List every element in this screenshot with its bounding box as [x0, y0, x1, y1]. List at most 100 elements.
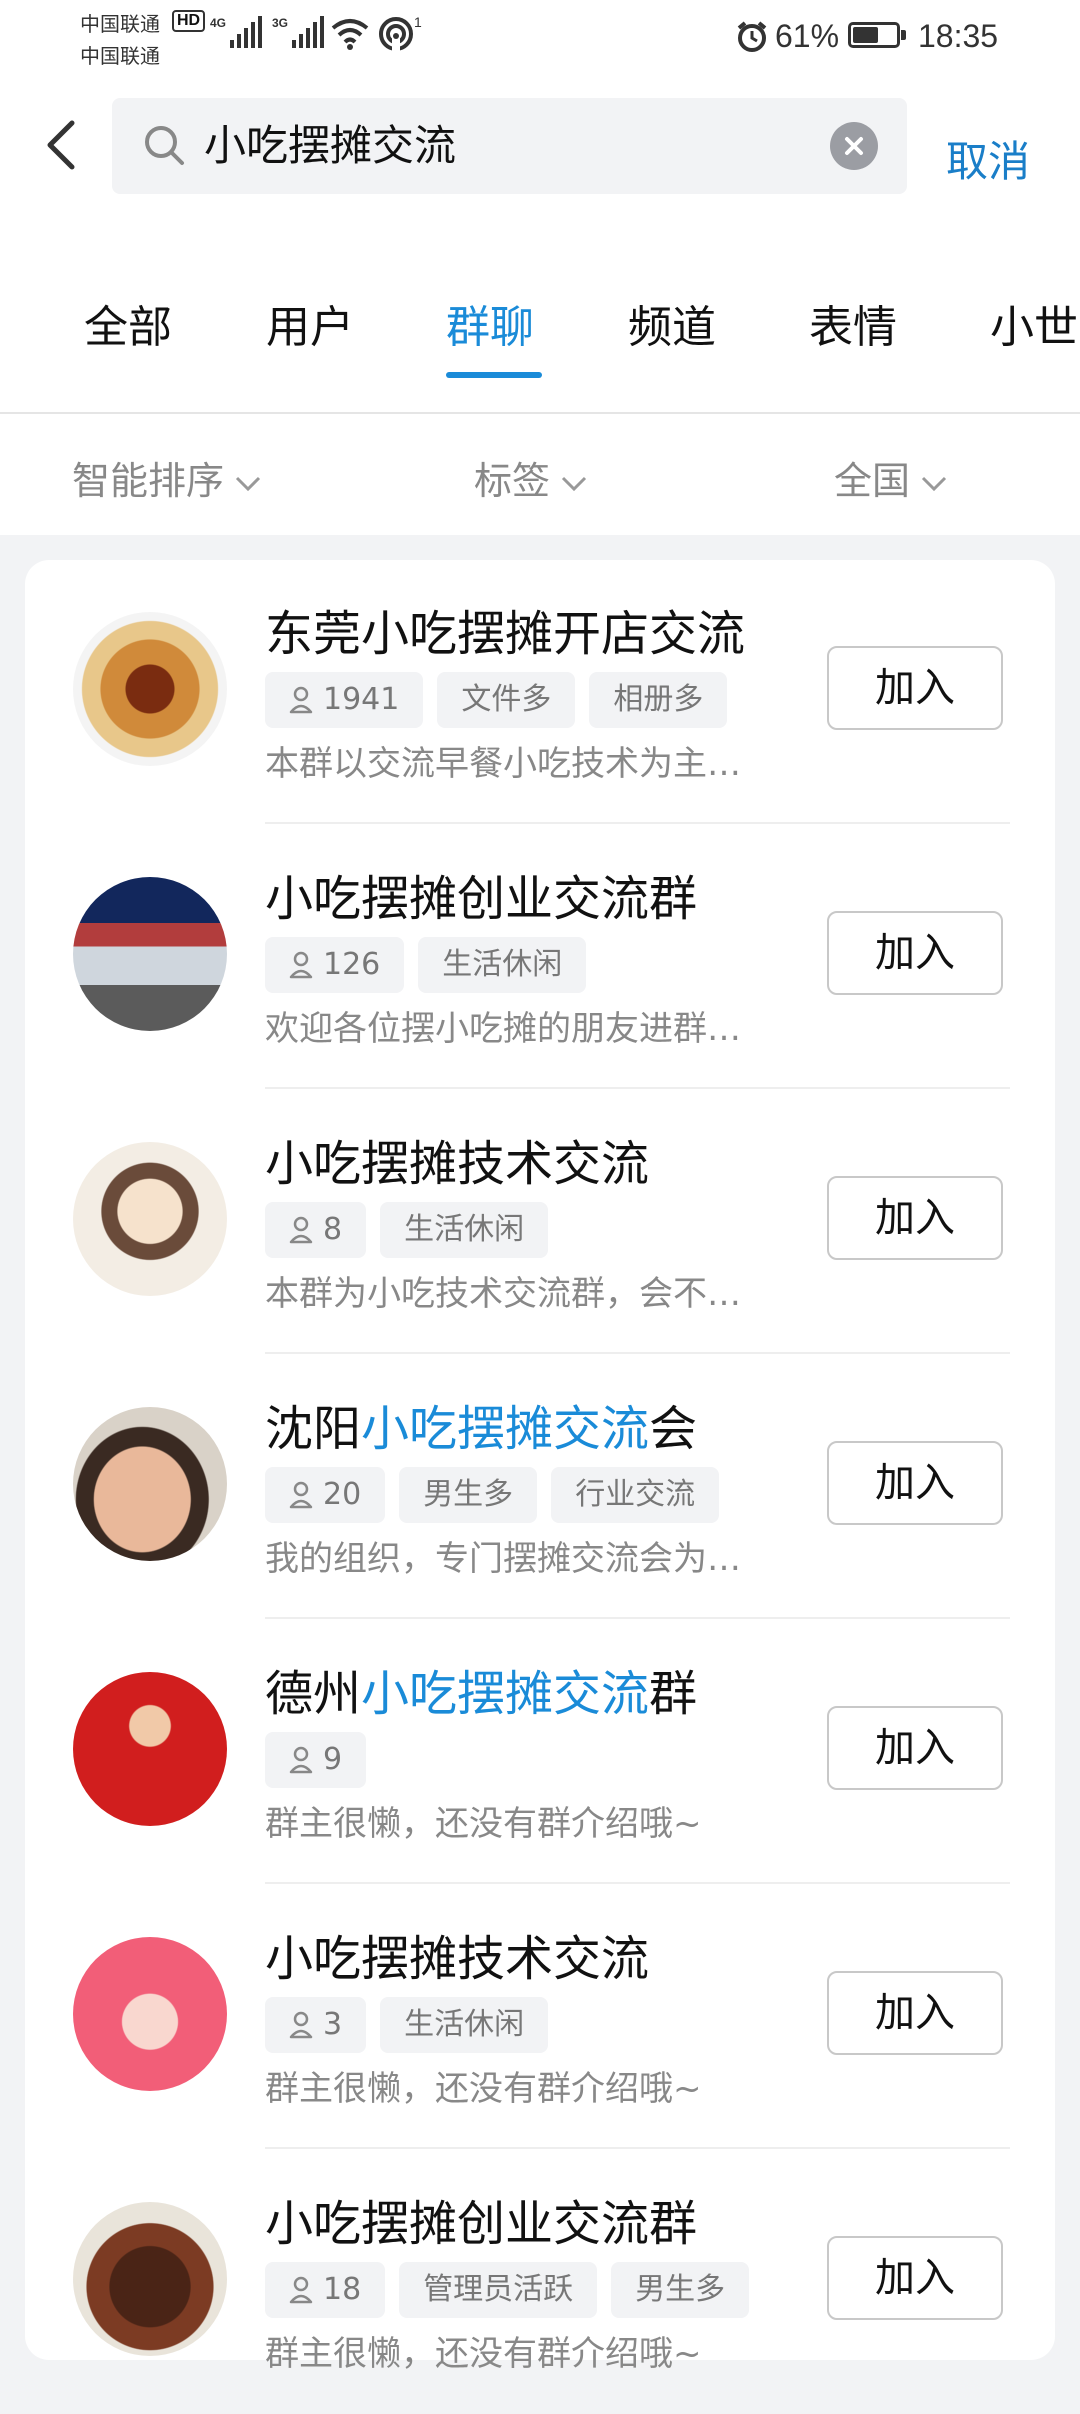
group-title[interactable]: 小吃摆摊技术交流 — [265, 1124, 649, 1194]
group-description: 欢迎各位摆小吃摊的朋友进群… — [265, 1009, 741, 1049]
member-count-tag: 126 — [265, 937, 405, 993]
group-avatar[interactable] — [73, 1407, 227, 1561]
group-avatar[interactable] — [73, 2202, 227, 2356]
divider — [265, 1352, 1010, 1354]
join-button[interactable]: 加入 — [827, 646, 1003, 730]
join-button[interactable]: 加入 — [827, 1971, 1003, 2055]
carrier-name-1: 中国联通 — [80, 14, 160, 36]
tab-users[interactable]: 用户 — [266, 291, 354, 355]
clock: 18:35 — [918, 18, 999, 54]
group-tag: 文件多 — [437, 672, 576, 728]
group-description: 群主很懒，还没有群介绍哦~ — [265, 1804, 702, 1844]
group-avatar[interactable] — [73, 1142, 227, 1296]
group-title[interactable]: 德州小吃摆摊交流群 — [265, 1654, 697, 1724]
group-tags: 9 — [265, 1732, 367, 1788]
group-tags: 126 生活休闲 — [265, 937, 587, 993]
chevron-down-icon — [561, 476, 587, 491]
group-tag: 生活休闲 — [380, 1997, 549, 2053]
group-avatar[interactable] — [73, 1937, 227, 2091]
member-count-icon — [289, 686, 313, 714]
divider — [265, 2147, 1010, 2149]
join-button[interactable]: 加入 — [827, 1441, 1003, 1525]
group-list-item[interactable]: 小吃摆摊创业交流群 18 管理员活跃 男生多 群主很懒，还没有群介绍哦~ 加入 — [25, 2150, 1055, 2414]
group-avatar[interactable] — [73, 612, 227, 766]
group-title[interactable]: 小吃摆摊创业交流群 — [265, 2184, 697, 2254]
filter-tags[interactable]: 标签 — [474, 450, 588, 505]
active-tab-indicator — [446, 372, 542, 378]
group-tags: 1941 文件多 相册多 — [265, 672, 728, 728]
member-count-tag: 3 — [265, 1997, 367, 2053]
tab-group-chats[interactable]: 群聊 — [446, 291, 534, 355]
filter-label: 全国 — [834, 459, 911, 503]
member-count-icon — [289, 1746, 313, 1774]
group-tags: 8 生活休闲 — [265, 1202, 549, 1258]
join-button[interactable]: 加入 — [827, 1706, 1003, 1790]
hotspot-icon — [379, 17, 413, 52]
back-arrow-icon[interactable] — [38, 115, 88, 175]
signal-3g-icon: 3G — [272, 14, 328, 50]
tab-stickers[interactable]: 表情 — [809, 291, 897, 355]
cancel-button[interactable]: 取消 — [946, 128, 1030, 189]
hotspot-count: 1 — [414, 14, 422, 30]
group-list-item[interactable]: 沈阳小吃摆摊交流会 20 男生多 行业交流 我的组织，专门摆摊交流会为… 加入 — [25, 1355, 1055, 1619]
wifi-icon — [331, 19, 369, 50]
group-title[interactable]: 小吃摆摊技术交流 — [265, 1919, 649, 1989]
group-tag: 相册多 — [589, 672, 728, 728]
filter-label: 标签 — [474, 459, 551, 503]
member-count-tag: 1941 — [265, 672, 424, 728]
member-count-icon — [289, 1481, 313, 1509]
battery-icon — [848, 22, 906, 48]
close-icon — [845, 137, 863, 155]
group-tags: 3 生活休闲 — [265, 1997, 549, 2053]
group-tag: 管理员活跃 — [399, 2262, 598, 2318]
join-button[interactable]: 加入 — [827, 1176, 1003, 1260]
divider — [0, 412, 1080, 414]
group-avatar[interactable] — [73, 1672, 227, 1826]
group-description: 本群为小吃技术交流群，会不… — [265, 1274, 741, 1314]
tab-small-world[interactable]: 小世 — [990, 291, 1078, 355]
group-list-item[interactable]: 东莞小吃摆摊开店交流 1941 文件多 相册多 本群以交流早餐小吃技术为主… 加入 — [25, 560, 1055, 824]
battery-percent: 61% — [775, 18, 840, 54]
group-results-list: 东莞小吃摆摊开店交流 1941 文件多 相册多 本群以交流早餐小吃技术为主… 加入 … — [25, 560, 1055, 2374]
member-count-icon — [289, 2276, 313, 2304]
alarm-icon — [737, 21, 767, 52]
signal-4g-icon: 4G — [210, 14, 266, 50]
tab-all[interactable]: 全部 — [84, 291, 172, 355]
member-count-icon — [289, 1216, 313, 1244]
filter-smart-sort[interactable]: 智能排序 — [72, 450, 262, 505]
clear-search-button[interactable] — [830, 122, 878, 170]
chevron-down-icon — [921, 476, 947, 491]
divider — [265, 1882, 1010, 1884]
group-avatar[interactable] — [73, 877, 227, 1031]
group-tags: 18 管理员活跃 男生多 — [265, 2262, 750, 2318]
carrier-name-2: 中国联通 — [80, 46, 160, 68]
group-tag: 男生多 — [399, 1467, 538, 1523]
search-input[interactable]: 小吃摆摊交流 — [112, 98, 907, 194]
group-title[interactable]: 东莞小吃摆摊开店交流 — [265, 594, 745, 664]
member-count-icon — [289, 951, 313, 979]
divider — [265, 822, 1010, 824]
group-list-item[interactable]: 德州小吃摆摊交流群 9 群主很懒，还没有群介绍哦~ 加入 — [25, 1620, 1055, 1884]
member-count-tag: 20 — [265, 1467, 386, 1523]
join-button[interactable]: 加入 — [827, 911, 1003, 995]
tab-channels[interactable]: 频道 — [628, 291, 716, 355]
join-button[interactable]: 加入 — [827, 2236, 1003, 2320]
filter-region[interactable]: 全国 — [834, 450, 948, 505]
group-title[interactable]: 沈阳小吃摆摊交流会 — [265, 1389, 697, 1459]
group-list-item[interactable]: 小吃摆摊技术交流 3 生活休闲 群主很懒，还没有群介绍哦~ 加入 — [25, 1885, 1055, 2149]
chevron-down-icon — [235, 476, 261, 491]
group-title[interactable]: 小吃摆摊创业交流群 — [265, 859, 697, 929]
member-count-tag: 8 — [265, 1202, 367, 1258]
category-tabs: 全部 用户 群聊 频道 表情 小世 — [0, 285, 1080, 375]
divider — [265, 1087, 1010, 1089]
group-description: 我的组织，专门摆摊交流会为… — [265, 1539, 741, 1579]
group-list-item[interactable]: 小吃摆摊技术交流 8 生活休闲 本群为小吃技术交流群，会不… 加入 — [25, 1090, 1055, 1354]
member-count-tag: 18 — [265, 2262, 386, 2318]
group-description: 群主很懒，还没有群介绍哦~ — [265, 2334, 702, 2374]
group-tag: 生活休闲 — [418, 937, 587, 993]
divider — [265, 1617, 1010, 1619]
filter-label: 智能排序 — [72, 459, 225, 503]
search-query[interactable]: 小吃摆摊交流 — [204, 118, 456, 174]
group-list-item[interactable]: 小吃摆摊创业交流群 126 生活休闲 欢迎各位摆小吃摊的朋友进群… 加入 — [25, 825, 1055, 1089]
status-bar: 中国联通 中国联通 HD 4G 3G 1 61% 18:35 — [0, 0, 1080, 70]
